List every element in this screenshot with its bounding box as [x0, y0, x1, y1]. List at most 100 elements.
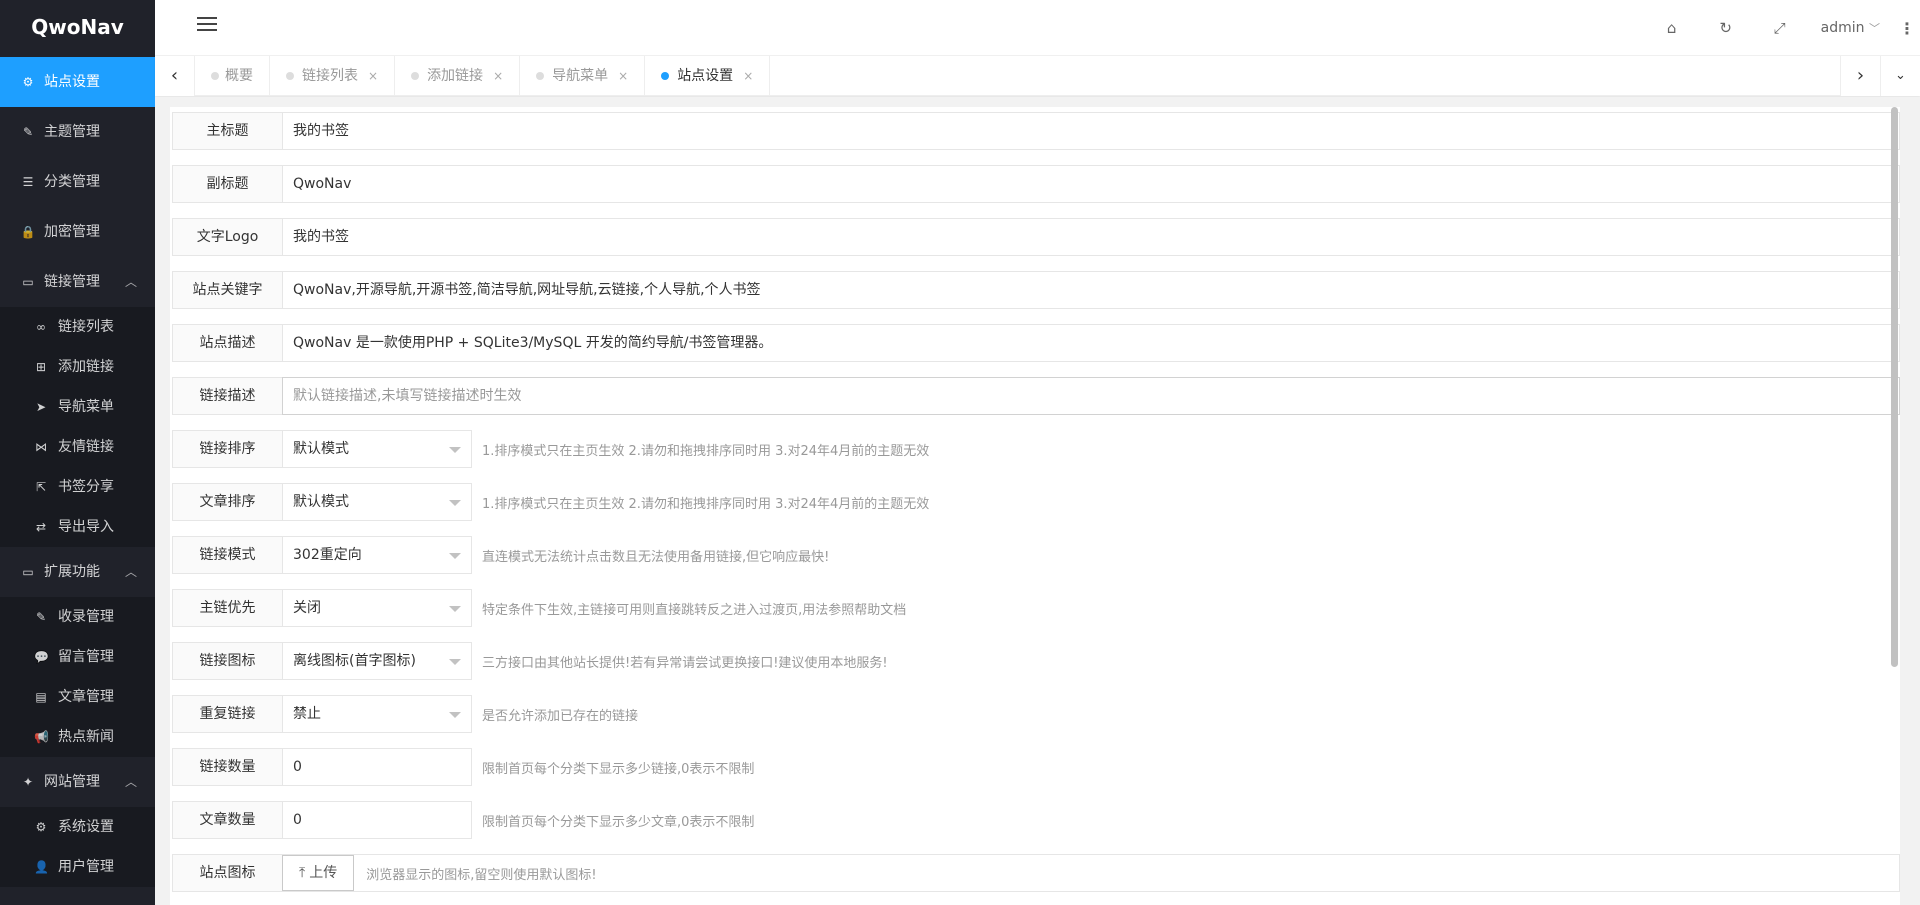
- sidebar-item-hot-news[interactable]: 📢 热点新闻: [0, 717, 155, 757]
- sidebar-item-articles[interactable]: ▤ 文章管理: [0, 677, 155, 717]
- link-sort-select[interactable]: 默认模式: [282, 430, 472, 468]
- subtitle-input[interactable]: QwoNav: [282, 165, 1900, 203]
- main-content: 主标题 我的书签 副标题 QwoNav 文字Logo 我的书签 站点关键字 Qw…: [155, 97, 1920, 905]
- select-value: 默认模式: [293, 494, 349, 510]
- sidebar-item-label: 留言管理: [58, 649, 114, 665]
- dup-link-select[interactable]: 禁止: [282, 695, 472, 733]
- select-value: 302重定向: [293, 547, 362, 563]
- link-count-input[interactable]: 0: [282, 748, 472, 786]
- sidebar-item-theme[interactable]: ✎ 主题管理: [0, 107, 155, 157]
- tabs-dropdown-icon[interactable]: ⌄: [1880, 56, 1920, 96]
- tabs-prev-icon[interactable]: ‹: [155, 56, 195, 96]
- tab-label: 添加链接: [427, 68, 484, 84]
- sidebar-item-label: 热点新闻: [58, 729, 114, 745]
- sidebar-item-system-settings[interactable]: ⚙ 系统设置: [0, 807, 155, 847]
- sidebar-item-link-management[interactable]: ▭ 链接管理 ︿: [0, 257, 155, 307]
- form-label: 链接描述: [172, 377, 282, 415]
- share-icon: ⋈: [35, 440, 47, 454]
- chevron-down-icon: ﹀: [1869, 22, 1880, 35]
- link-mode-select[interactable]: 302重定向: [282, 536, 472, 574]
- caret-down-icon: [449, 659, 461, 665]
- refresh-icon[interactable]: ↻: [1699, 19, 1753, 37]
- close-icon[interactable]: ×: [743, 56, 753, 96]
- sidebar-item-messages[interactable]: 💬 留言管理: [0, 637, 155, 677]
- header-actions: ⌂ ↻ ⤢ admin ﹀ ⋮: [1645, 0, 1920, 56]
- select-value: 离线图标(首字图标): [293, 653, 416, 669]
- form-label: 链接数量: [172, 748, 282, 786]
- form-hint: 浏览器显示的图标,留空则使用默认图标!: [366, 867, 597, 883]
- sidebar-item-category[interactable]: ☰ 分类管理: [0, 157, 155, 207]
- article-count-input[interactable]: 0: [282, 801, 472, 839]
- form-hint: 三方接口由其他站长提供!若有异常请尝试更换接口!建议使用本地服务!: [482, 655, 888, 671]
- user-menu[interactable]: admin ﹀: [1807, 20, 1894, 36]
- lock-icon: 🔒: [20, 225, 36, 239]
- form-hint: 是否允许添加已存在的链接: [482, 708, 639, 724]
- sidebar-item-extensions[interactable]: ▭ 扩展功能 ︿: [0, 547, 155, 597]
- sidebar-item-import-export[interactable]: ⇄ 导出导入: [0, 507, 155, 547]
- keywords-input[interactable]: QwoNav,开源导航,开源书签,简洁导航,网址导航,云链接,个人导航,个人书签: [282, 271, 1900, 309]
- sidebar-item-label: 友情链接: [58, 439, 114, 455]
- tab-dot: [211, 72, 219, 80]
- folder-open-icon: ▭: [22, 565, 34, 579]
- sidebar-item-link-list[interactable]: ∞ 链接列表: [0, 307, 155, 347]
- close-icon[interactable]: ×: [493, 56, 503, 96]
- form-row-article-sort: 文章排序 默认模式 1.排序模式只在主页生效 2.请勿和拖拽排序同时用 3.对2…: [170, 483, 1900, 521]
- sidebar-item-friend-links[interactable]: ⋈ 友情链接: [0, 427, 155, 467]
- link-desc-input[interactable]: 默认链接描述,未填写链接描述时生效: [282, 377, 1900, 415]
- form-label: 副标题: [172, 165, 282, 203]
- tab-nav-menu[interactable]: 导航菜单 ×: [520, 56, 646, 96]
- text-logo-input[interactable]: 我的书签: [282, 218, 1900, 256]
- form-label: 文章排序: [172, 483, 282, 521]
- settings-form: 主标题 我的书签 副标题 QwoNav 文字Logo 我的书签 站点关键字 Qw…: [170, 107, 1900, 905]
- list-icon: ☰: [22, 175, 34, 189]
- form-row-title: 主标题 我的书签: [170, 112, 1900, 150]
- tab-site-settings[interactable]: 站点设置 ×: [645, 56, 771, 96]
- sidebar: QwoNav ⚙ 站点设置 ✎ 主题管理 ☰ 分类管理 🔒 加密管理 ▭ 链接管理 ︿ ∞…: [0, 0, 155, 905]
- article-sort-select[interactable]: 默认模式: [282, 483, 472, 521]
- fullscreen-icon[interactable]: ⤢: [1753, 19, 1807, 37]
- sidebar-item-add-link[interactable]: ⊞ 添加链接: [0, 347, 155, 387]
- caret-down-icon: [449, 500, 461, 506]
- more-icon[interactable]: ⋮: [1894, 19, 1920, 38]
- form-hint: 直连模式无法统计点击数且无法使用备用链接,但它响应最快!: [482, 549, 830, 565]
- sidebar-item-nav-menu[interactable]: ➤ 导航菜单: [0, 387, 155, 427]
- tab-label: 导航菜单: [552, 68, 609, 84]
- comment-icon: 💬: [34, 650, 49, 664]
- sidebar-item-site-settings[interactable]: ⚙ 站点设置: [0, 57, 155, 107]
- tab-overview[interactable]: 概要: [195, 56, 270, 96]
- upload-button[interactable]: ⤒ 上传: [282, 855, 355, 891]
- sidebar-item-label: 导出导入: [58, 519, 114, 535]
- form-label: 重复链接: [172, 695, 282, 733]
- sidebar-item-label: 链接管理: [44, 274, 100, 290]
- description-input[interactable]: QwoNav 是一款使用PHP + SQLite3/MySQL 开发的简约导航/…: [282, 324, 1900, 362]
- form-label: 站点描述: [172, 324, 282, 362]
- form-row-dup-link: 重复链接 禁止 是否允许添加已存在的链接: [170, 695, 1900, 733]
- file-text-icon: ▤: [35, 690, 47, 704]
- tab-label: 概要: [225, 68, 253, 84]
- sidebar-item-collection[interactable]: ✎ 收录管理: [0, 597, 155, 637]
- form-hint: 限制首页每个分类下显示多少链接,0表示不限制: [482, 761, 755, 777]
- sidebar-item-label: 站点设置: [44, 74, 100, 90]
- sidebar-toggle-icon[interactable]: [197, 17, 217, 37]
- form-hint: 1.排序模式只在主页生效 2.请勿和拖拽排序同时用 3.对24年4月前的主题无效: [482, 443, 930, 459]
- home-icon[interactable]: ⌂: [1645, 19, 1699, 37]
- sidebar-item-users[interactable]: 👤 用户管理: [0, 847, 155, 887]
- tab-add-link[interactable]: 添加链接 ×: [395, 56, 521, 96]
- scrollbar[interactable]: [1891, 107, 1898, 667]
- form-label: 站点关键字: [172, 271, 282, 309]
- app-logo[interactable]: QwoNav: [0, 0, 155, 57]
- sidebar-item-label: 收录管理: [58, 609, 114, 625]
- form-row-link-sort: 链接排序 默认模式 1.排序模式只在主页生效 2.请勿和拖拽排序同时用 3.对2…: [170, 430, 1900, 468]
- tab-link-list[interactable]: 链接列表 ×: [270, 56, 396, 96]
- sidebar-item-site-management[interactable]: ✦ 网站管理 ︿: [0, 757, 155, 807]
- sidebar-item-bookmark-share[interactable]: ⇱ 书签分享: [0, 467, 155, 507]
- main-link-select[interactable]: 关闭: [282, 589, 472, 627]
- close-icon[interactable]: ×: [618, 56, 628, 96]
- tabs-next-icon[interactable]: ›: [1840, 56, 1880, 96]
- sidebar-item-label: 扩展功能: [44, 564, 100, 580]
- title-input[interactable]: 我的书签: [282, 112, 1900, 150]
- link-icon-select[interactable]: 离线图标(首字图标): [282, 642, 472, 680]
- paper-plane-icon: ➤: [35, 400, 47, 414]
- close-icon[interactable]: ×: [368, 56, 378, 96]
- sidebar-item-encryption[interactable]: 🔒 加密管理: [0, 207, 155, 257]
